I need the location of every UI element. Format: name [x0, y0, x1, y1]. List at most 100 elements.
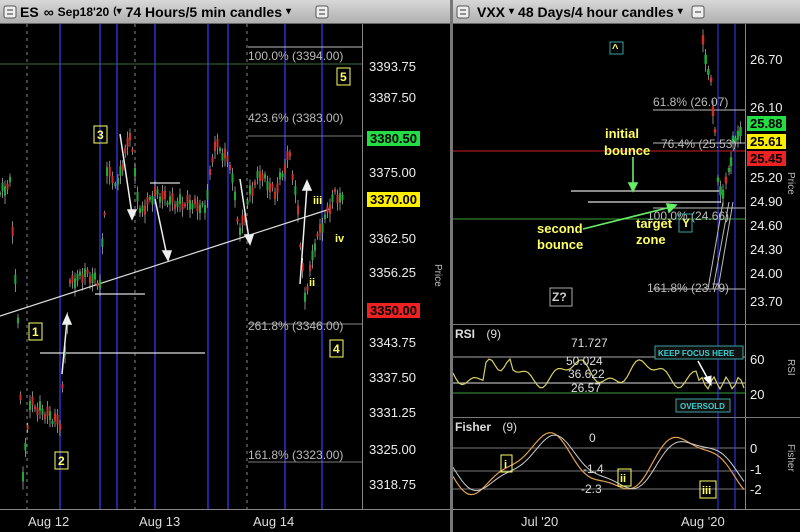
candle	[121, 164, 124, 171]
toggle-icon[interactable]	[315, 5, 329, 19]
es-price-chart[interactable]: 100.0% (3394.00) 423.6% (3383.00) 261.8%…	[0, 24, 362, 509]
rsi-pane[interactable]: 71.727 50.024 36.622 26.57 KEEP FOCUS HE…	[453, 324, 800, 418]
candle	[729, 157, 733, 167]
candle	[196, 202, 199, 212]
wave-y-label: Y	[682, 216, 690, 230]
price-tick: 3393.75	[369, 59, 416, 74]
candle	[201, 202, 204, 206]
price-tick: 3387.50	[369, 90, 416, 105]
candle	[1, 182, 4, 191]
vxx-fib-618: 61.8% (26.07)	[653, 95, 728, 109]
candle	[319, 224, 321, 233]
candle	[108, 166, 111, 177]
fisher-axis-1: -1	[750, 462, 762, 477]
candle	[204, 204, 206, 213]
candle	[44, 414, 46, 420]
price-tick: 3343.75	[369, 335, 416, 350]
candle	[99, 279, 101, 289]
candle	[151, 196, 154, 205]
candle	[186, 195, 189, 204]
chevron-down-icon[interactable]: ▾	[509, 6, 514, 17]
candle	[89, 276, 91, 284]
vxx-chart-window[interactable]: VXX ▾ 48 Days/4 hour candles ▾ 61.8% (26…	[453, 0, 800, 532]
candle	[79, 271, 81, 276]
second-bounce-text-1: second	[537, 221, 583, 236]
link-icon[interactable]	[691, 5, 705, 19]
candle	[326, 206, 329, 213]
date-label: Aug 12	[28, 514, 70, 529]
price-tick: 3375.00	[369, 165, 416, 180]
candle	[297, 205, 299, 215]
toggle-icon[interactable]	[3, 5, 17, 19]
vxx-price-chart[interactable]: 61.8% (26.07) 76.4% (25.53) 100.0% (24.6…	[453, 24, 745, 324]
candle	[59, 423, 61, 431]
toggle-icon[interactable]	[456, 5, 470, 19]
wave-a-label: ^	[612, 43, 619, 55]
es-range[interactable]: 74 Hours/5 min candles	[126, 4, 282, 20]
candle	[279, 172, 281, 180]
candle	[86, 269, 89, 274]
candle	[111, 176, 114, 184]
fisher-wave-i: i	[504, 459, 507, 471]
chevron-down-icon[interactable]: (▾	[113, 6, 121, 17]
candle	[251, 187, 254, 196]
fisher-level-1: -1.4	[583, 462, 604, 476]
candle	[727, 167, 731, 172]
vxx-symbol[interactable]: VXX	[477, 4, 505, 20]
candle	[179, 194, 181, 204]
es-chart-window[interactable]: ES ∞ Sep18'20 (▾ 74 Hours/5 min candles …	[0, 0, 450, 532]
fisher-axis-2: -2	[750, 482, 762, 497]
candle	[206, 189, 209, 200]
high-price-tag: 3380.50	[367, 131, 420, 146]
fib-161-label: 161.8% (3323.00)	[248, 448, 343, 462]
price-tick: 24.00	[750, 266, 783, 281]
candle	[69, 280, 71, 284]
candle	[209, 169, 211, 176]
candle	[271, 184, 274, 189]
es-contract[interactable]: Sep18'20	[58, 5, 110, 19]
fisher-label: Fisher	[455, 420, 492, 434]
candle	[254, 181, 256, 186]
candle	[0, 192, 1, 195]
fisher-wave-iii: iii	[702, 485, 711, 497]
candle	[191, 203, 194, 209]
fisher-level-0: 0	[589, 431, 596, 445]
candle	[124, 147, 127, 154]
candle	[166, 202, 169, 205]
es-symbol[interactable]: ES	[20, 4, 39, 20]
candle	[239, 227, 241, 236]
candle	[261, 173, 264, 181]
candle	[286, 151, 289, 161]
candle	[22, 472, 24, 482]
vxx-title-bar[interactable]: VXX ▾ 48 Days/4 hour candles ▾	[453, 0, 800, 24]
candle	[311, 250, 314, 261]
fib-100-label: 100.0% (3394.00)	[248, 49, 343, 63]
candle	[71, 275, 74, 283]
candle	[134, 168, 136, 177]
candle	[24, 442, 27, 451]
date-label: Aug 14	[253, 514, 295, 529]
fisher-pane[interactable]: 0 -1.4 -2.3 i ii iii Fisher (9) 0 -1 -2 …	[453, 417, 800, 510]
fib-261-label: 261.8% (3346.00)	[248, 319, 343, 333]
candle	[259, 171, 261, 181]
candle	[144, 205, 146, 215]
candle	[117, 178, 119, 185]
chevron-down-icon[interactable]: ▾	[678, 6, 683, 17]
candle	[6, 183, 9, 190]
candle	[181, 201, 184, 210]
vxx-range[interactable]: 48 Days/4 hour candles	[518, 4, 674, 20]
price-tick: 24.30	[750, 242, 783, 257]
candle	[304, 292, 306, 302]
fib-423-label: 423.6% (3383.00)	[248, 111, 343, 125]
rsi-axis-20: 20	[750, 387, 765, 402]
candle	[184, 203, 186, 207]
candle	[19, 394, 22, 400]
candle	[159, 196, 161, 203]
candle	[51, 420, 54, 425]
candle	[334, 189, 336, 193]
candle	[314, 243, 316, 251]
chevron-down-icon[interactable]: ▾	[286, 6, 291, 17]
candle	[156, 189, 159, 195]
es-title-bar[interactable]: ES ∞ Sep18'20 (▾ 74 Hours/5 min candles …	[0, 0, 450, 24]
candle	[114, 183, 117, 187]
